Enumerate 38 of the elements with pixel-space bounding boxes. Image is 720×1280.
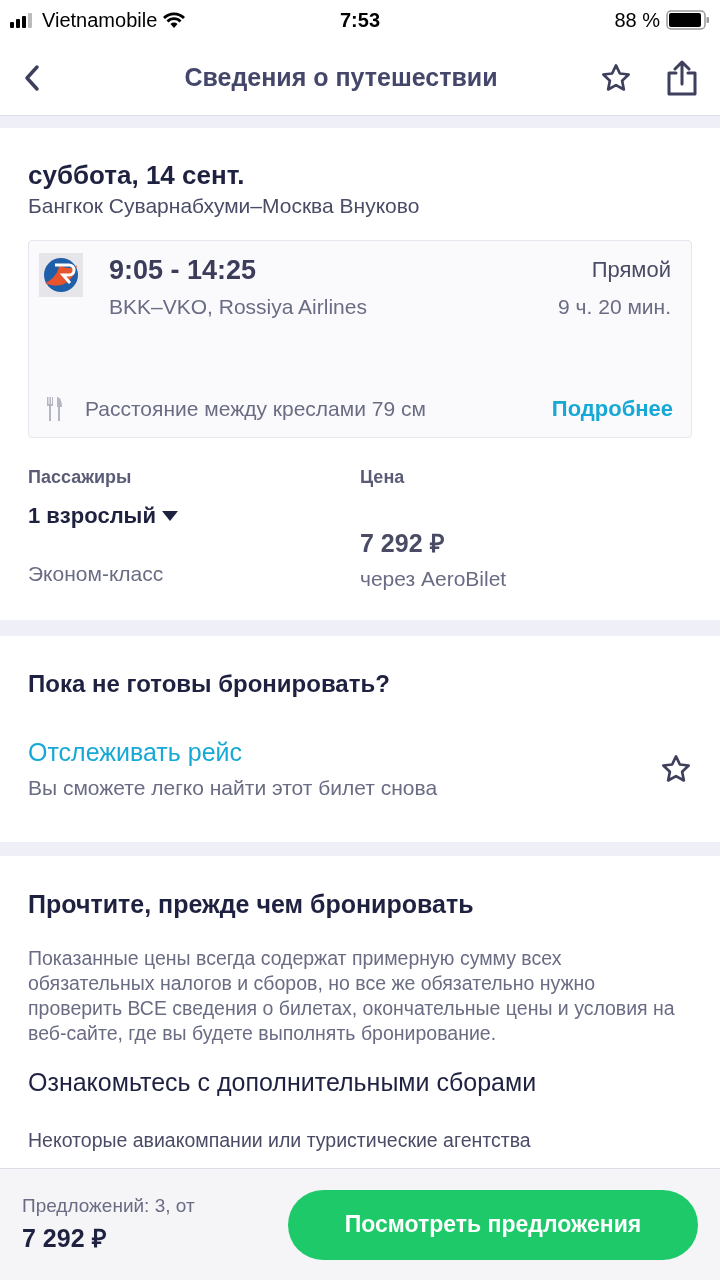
passengers-label: Пассажиры	[28, 466, 133, 489]
caret-icon	[161, 510, 178, 521]
page-title: Сведения о путешествии	[183, 61, 499, 93]
cutlery-icon	[47, 396, 63, 421]
flight-card[interactable]: 9:05 - 14:25 Прямой BKK–VKO, Rossiya Airlines 9 ч. 20 мин. Расстояние между креслами 79 см Подробнее	[28, 240, 692, 438]
stops-label: Прямой	[591, 256, 672, 284]
section-heading: Пока не готовы бронировать?	[28, 669, 391, 699]
carrier-name: Vietnamobile	[42, 8, 158, 33]
passengers-dropdown[interactable]: 1 взрослый	[28, 499, 178, 532]
wifi-icon	[163, 12, 186, 28]
flight-times: 9:05 - 14:25	[109, 254, 257, 287]
disclaimer-text: Показанные цены всегда содержат примерную сумму всех обязательных налогов и сборов, но все же обязательно нужно проверить ВСЕ сведения о билетах, окончательные цены и условия на веб-сайте, где вы будете выполнять бронирование.	[28, 945, 676, 1046]
cabin-class: Эконом-класс	[28, 561, 165, 587]
trip-date: суббота, 14 сент.	[28, 159, 246, 192]
agency-text: через AeroBilet	[360, 565, 508, 592]
trip-route: Бангкок Суварнабхуми–Москва Внуково	[28, 193, 421, 219]
flight-codes: BKK–VKO, Rossiya Airlines	[109, 294, 367, 320]
offers-count: Предложений: 3, от	[22, 1193, 195, 1218]
seat-pitch-text: Расстояние между креслами 79 см	[85, 395, 426, 422]
battery-percent: 88 %	[614, 8, 660, 33]
battery-icon	[666, 10, 710, 30]
section-heading: Прочтите, прежде чем бронировать	[28, 889, 475, 920]
back-icon[interactable]	[22, 62, 42, 93]
status-time: 7:53	[340, 8, 380, 33]
airline-logo	[39, 253, 83, 297]
share-icon[interactable]	[666, 59, 698, 96]
view-offers-button[interactable]: Посмотреть предложения	[288, 1189, 698, 1260]
fees-text: Некоторые авиакомпании или туристические агентства	[28, 1128, 532, 1153]
price-label: Цена	[360, 466, 406, 489]
track-flight-link[interactable]: Отслеживать рейс	[28, 734, 243, 772]
flight-duration: 9 ч. 20 мин.	[558, 294, 672, 320]
details-link[interactable]: Подробнее	[551, 392, 673, 425]
footer-price: 7 292 ₽	[22, 1223, 108, 1254]
star-icon[interactable]	[660, 752, 692, 785]
favorite-icon[interactable]	[600, 61, 632, 94]
price-value: 7 292 ₽	[360, 528, 446, 559]
fees-heading: Ознакомьтесь с дополнительными сборами	[28, 1066, 538, 1098]
track-hint: Вы сможете легко найти этот билет снова	[28, 774, 439, 801]
